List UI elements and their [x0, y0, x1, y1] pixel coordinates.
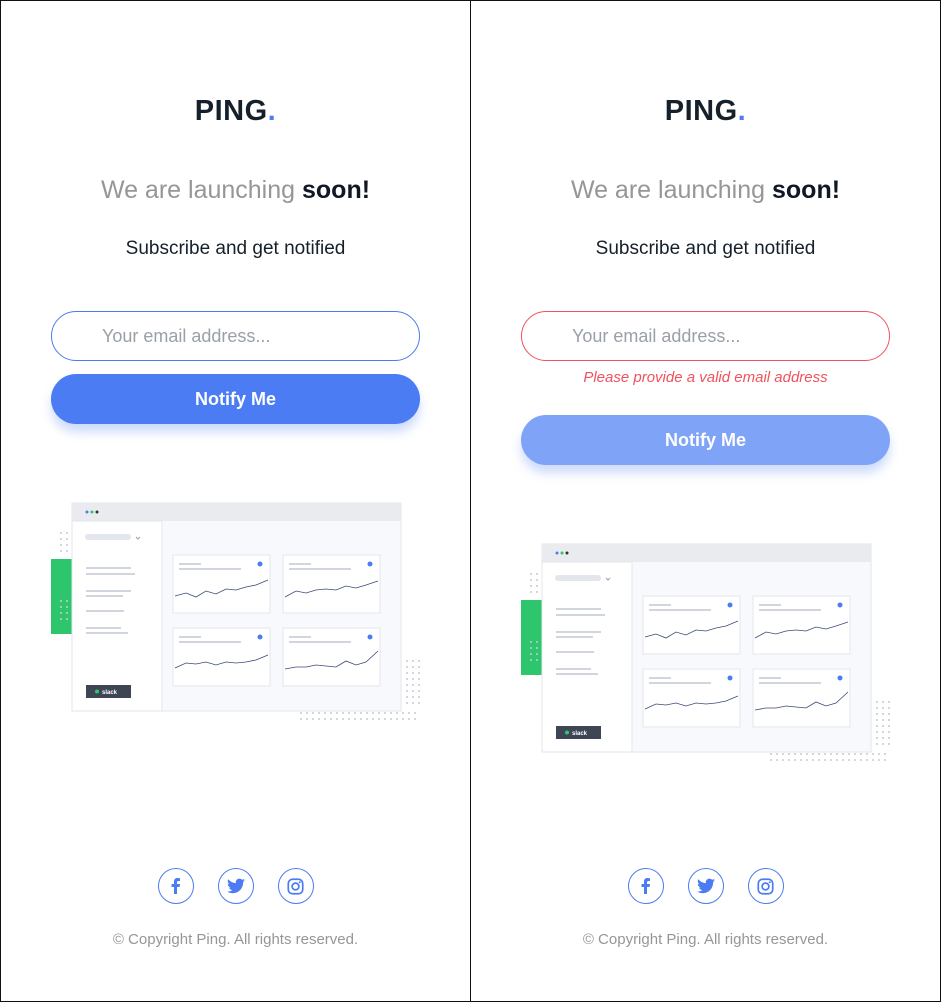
- dashboard-illustration: slack: [51, 502, 420, 720]
- twitter-link[interactable]: [217, 868, 254, 904]
- facebook-link[interactable]: [627, 868, 664, 904]
- twitter-icon: [226, 878, 245, 894]
- default-state-panel: PING. We are launching soon! Subscribe a…: [1, 1, 470, 1001]
- email-input-error[interactable]: Your email address...: [521, 311, 890, 361]
- headline-emphasis: soon!: [772, 176, 841, 204]
- instagram-icon: [287, 877, 304, 895]
- email-input[interactable]: Your email address...: [51, 311, 420, 361]
- twitter-link[interactable]: [687, 868, 724, 904]
- headline-prefix: We are launching: [570, 176, 772, 204]
- slack-badge-text: slack: [572, 731, 588, 737]
- instagram-icon: [757, 877, 774, 895]
- notify-button[interactable]: Notify Me: [521, 415, 890, 465]
- instagram-link[interactable]: [277, 868, 314, 904]
- headline: We are launching soon!: [1, 176, 470, 205]
- facebook-link[interactable]: [157, 868, 194, 904]
- headline-prefix: We are launching: [100, 176, 302, 204]
- social-links: [471, 868, 940, 904]
- subtitle: Subscribe and get notified: [125, 238, 346, 259]
- email-placeholder: Your email address...: [572, 325, 741, 346]
- twitter-icon: [696, 878, 715, 894]
- dashboard-illustration: slack: [521, 543, 890, 761]
- logo: PING.: [471, 95, 940, 128]
- logo-dot: .: [267, 95, 277, 127]
- copyright: © Copyright Ping. All rights reserved.: [582, 931, 829, 948]
- copyright: © Copyright Ping. All rights reserved.: [112, 931, 359, 948]
- error-state-panel: PING. We are launching soon! Subscribe a…: [471, 1, 940, 1001]
- logo-text: PING: [194, 95, 268, 127]
- headline: We are launching soon!: [471, 176, 940, 205]
- instagram-link[interactable]: [747, 868, 784, 904]
- logo-dot: .: [737, 95, 747, 127]
- notify-button[interactable]: Notify Me: [51, 374, 420, 424]
- logo-text: PING: [664, 95, 738, 127]
- email-error-message: Please provide a valid email address: [583, 369, 828, 386]
- slack-badge-text: slack: [102, 690, 118, 696]
- facebook-icon: [171, 878, 180, 894]
- page-frame: PING. We are launching soon! Subscribe a…: [0, 0, 941, 1002]
- facebook-icon: [641, 878, 650, 894]
- email-placeholder: Your email address...: [102, 325, 271, 346]
- subtitle: Subscribe and get notified: [595, 238, 816, 259]
- headline-emphasis: soon!: [302, 176, 371, 204]
- social-links: [1, 868, 470, 904]
- logo: PING.: [1, 95, 470, 128]
